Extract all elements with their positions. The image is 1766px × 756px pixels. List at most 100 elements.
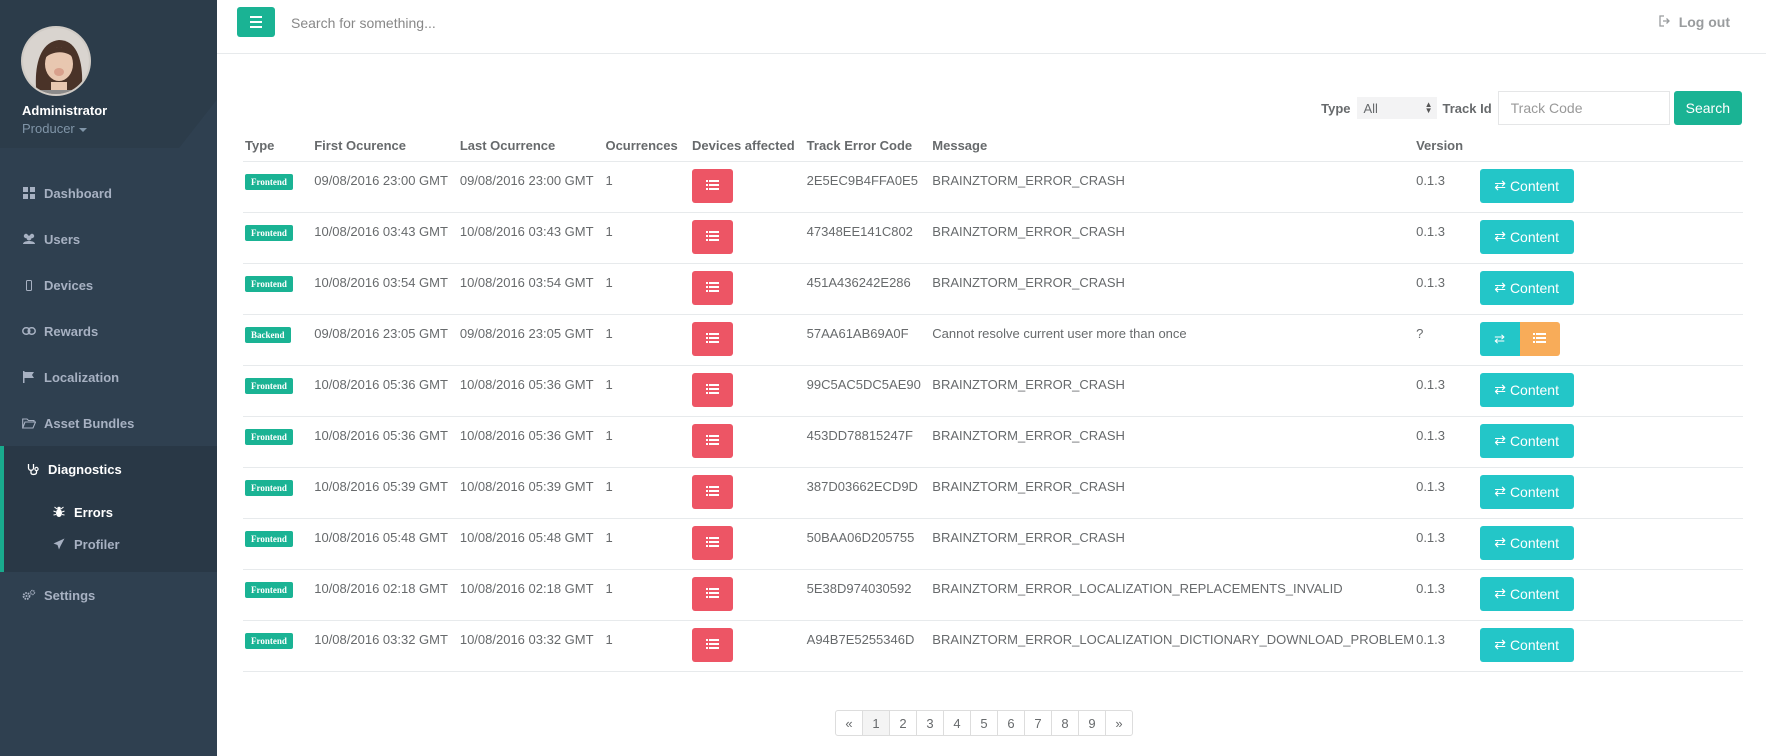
sidebar-item-rewards[interactable]: Rewards (0, 308, 217, 354)
occurrences-count: 1 (603, 212, 691, 264)
search-button[interactable]: Search (1673, 91, 1742, 125)
logout-label: Log out (1678, 14, 1730, 30)
sidebar-item-diagnostics[interactable]: Diagnostics (0, 446, 217, 492)
sidebar-item-label: Diagnostics (48, 461, 122, 477)
table-row: Frontend 10/08/2016 05:36 GMT 10/08/2016… (243, 365, 1743, 417)
devices-affected-button[interactable] (692, 525, 734, 560)
content-button-label: Content (1509, 585, 1559, 602)
sidebar-item-users[interactable]: Users (0, 216, 217, 262)
track-code-input[interactable] (1497, 91, 1670, 125)
content-button[interactable]: ⇄ Content (1479, 576, 1574, 611)
content-button-label: Content (1509, 432, 1559, 449)
top-navbar: Log out (217, 0, 1766, 54)
devices-affected-button[interactable] (692, 321, 734, 356)
type-badge: Frontend (245, 377, 293, 394)
exchange-icon: ⇄ (1494, 228, 1506, 244)
sidebar-item-asset-bundles[interactable]: Asset Bundles (0, 400, 217, 446)
column-header[interactable]: Track Error Code (804, 131, 931, 162)
devices-affected-button[interactable] (692, 474, 734, 509)
pagination-page[interactable]: 3 (916, 710, 944, 736)
pagination-page[interactable]: 6 (997, 710, 1025, 736)
error-message: BRAINZTORM_ERROR_CRASH (930, 263, 1415, 315)
devices-affected-button[interactable] (692, 576, 734, 611)
type-badge: Frontend (245, 173, 293, 190)
sidebar-item-devices[interactable]: Devices (0, 262, 217, 308)
content-button[interactable]: ⇄ Content (1479, 372, 1574, 407)
exchange-icon: ⇄ (1494, 636, 1506, 652)
content-button[interactable]: ⇄ Content (1479, 168, 1574, 203)
content-exchange-button[interactable]: ⇄ (1479, 321, 1520, 356)
version: 0.1.3 (1414, 569, 1478, 621)
content-button[interactable]: ⇄ Content (1479, 423, 1574, 458)
type-select[interactable]: All ▲ ▼ (1356, 97, 1437, 119)
column-header[interactable]: Version (1414, 131, 1478, 162)
content-button[interactable]: ⇄ Content (1479, 270, 1574, 305)
list-icon (706, 332, 720, 345)
profile-role-dropdown[interactable]: Producer (22, 121, 87, 136)
pagination-page[interactable]: 9 (1078, 710, 1106, 736)
content-button[interactable]: ⇄ Content (1479, 474, 1574, 509)
track-error-code: 451A436242E286 (804, 263, 931, 315)
sidebar-item-dashboard[interactable]: Dashboard (0, 170, 217, 216)
sidebar-item-label: Rewards (44, 323, 99, 339)
column-header[interactable]: Type (243, 131, 313, 162)
content-button-label: Content (1509, 279, 1559, 296)
column-header[interactable]: Last Ocurrence (457, 131, 604, 162)
mobile-icon (22, 278, 36, 292)
avatar[interactable] (21, 26, 91, 96)
logout-link[interactable]: Log out (1659, 14, 1730, 30)
global-search-input[interactable] (291, 10, 791, 36)
column-header[interactable]: Devices affected (690, 131, 805, 162)
pagination-next[interactable]: » (1105, 710, 1133, 736)
list-icon (706, 536, 720, 549)
content-list-button[interactable] (1519, 321, 1560, 356)
menu-toggle-button[interactable] (237, 7, 275, 37)
first-occurrence: 10/08/2016 03:32 GMT (312, 620, 458, 672)
table-row: Backend 09/08/2016 23:05 GMT 09/08/2016 … (243, 314, 1743, 366)
list-icon (706, 230, 720, 243)
devices-affected-button[interactable] (692, 627, 734, 662)
column-header[interactable]: Message (930, 131, 1415, 162)
pagination-page[interactable]: 5 (970, 710, 998, 736)
column-header[interactable]: First Ocurence (312, 131, 458, 162)
content-button[interactable]: ⇄ Content (1479, 525, 1574, 560)
devices-affected-button[interactable] (692, 219, 734, 254)
occurrences-count: 1 (603, 365, 691, 417)
list-icon (706, 638, 720, 651)
exchange-icon: ⇄ (1494, 585, 1506, 601)
sidebar-nav: Dashboard Users Devices Rewards Localiza… (0, 170, 217, 618)
track-error-code: 47348EE141C802 (804, 212, 931, 264)
sidebar-subitem-profiler[interactable]: Profiler (4, 528, 217, 560)
type-badge: Frontend (245, 581, 293, 598)
error-message: BRAINZTORM_ERROR_CRASH (930, 212, 1415, 264)
pagination-page[interactable]: 2 (889, 710, 917, 736)
devices-affected-button[interactable] (692, 423, 734, 458)
first-occurrence: 10/08/2016 03:54 GMT (312, 263, 458, 315)
last-occurrence: 10/08/2016 05:48 GMT (457, 518, 604, 570)
content-button-label: Content (1509, 636, 1559, 653)
version: ? (1414, 314, 1478, 366)
devices-affected-button[interactable] (692, 372, 734, 407)
pagination-prev[interactable]: « (835, 710, 863, 736)
pagination-page[interactable]: 8 (1051, 710, 1079, 736)
bug-icon (52, 505, 66, 519)
sidebar-item-localization[interactable]: Localization (0, 354, 217, 400)
filter-bar: Type All ▲▼ Track Id Search (1321, 91, 1742, 125)
type-filter-label: Type (1321, 100, 1351, 116)
devices-affected-button[interactable] (692, 270, 734, 305)
profile-name[interactable]: Administrator (22, 103, 107, 118)
devices-affected-button[interactable] (692, 168, 734, 203)
pagination-page[interactable]: 4 (943, 710, 971, 736)
column-header[interactable]: Ocurrences (603, 131, 691, 162)
occurrences-count: 1 (603, 263, 691, 315)
sidebar: Administrator Producer Dashboard Users D… (0, 0, 217, 756)
first-occurrence: 10/08/2016 05:39 GMT (312, 467, 458, 519)
content-button[interactable]: ⇄ Content (1479, 219, 1574, 254)
sidebar-subitem-errors[interactable]: Errors (4, 496, 217, 528)
pagination-page[interactable]: 1 (862, 710, 890, 736)
version: 0.1.3 (1414, 365, 1478, 417)
pagination-page[interactable]: 7 (1024, 710, 1052, 736)
content-button[interactable]: ⇄ Content (1479, 627, 1574, 662)
sidebar-item-settings[interactable]: Settings (0, 572, 217, 618)
type-badge: Frontend (245, 428, 293, 445)
